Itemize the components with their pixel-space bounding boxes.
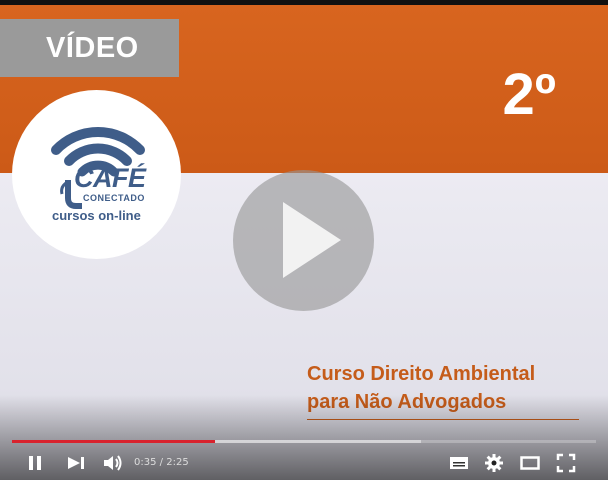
pause-button[interactable]: [22, 446, 48, 480]
pause-icon: [29, 456, 41, 470]
video-player[interactable]: VÍDEO 2º CAFÉ CONECTADO cursos on-line C…: [0, 0, 608, 480]
current-time: 0:35: [134, 457, 157, 468]
next-icon: [68, 457, 84, 469]
volume-icon: [104, 455, 122, 471]
subtitles-icon: [450, 457, 468, 469]
fullscreen-icon: [556, 453, 576, 473]
lesson-number: 2º: [502, 62, 556, 127]
progress-bar[interactable]: [12, 440, 596, 443]
settings-button[interactable]: [481, 446, 507, 480]
theater-icon: [520, 456, 540, 470]
cafe-conectado-logo: CAFÉ CONECTADO cursos on-line: [12, 90, 181, 259]
gear-icon: [485, 454, 503, 472]
video-label: VÍDEO: [0, 19, 179, 77]
player-controls: 0:35 / 2:25: [0, 446, 608, 480]
logo-sub-text: CONECTADO: [83, 193, 145, 203]
fullscreen-button[interactable]: [553, 446, 579, 480]
logo-brand-text: CAFÉ: [74, 163, 146, 193]
theater-mode-button[interactable]: [517, 446, 543, 480]
course-title-line-1: Curso Direito Ambiental: [307, 363, 536, 385]
duration: 2:25: [166, 457, 189, 468]
play-overlay-button[interactable]: [233, 170, 374, 311]
volume-button[interactable]: [100, 446, 126, 480]
progress-played: [12, 440, 215, 443]
time-separator: /: [159, 457, 164, 468]
time-display: 0:35 / 2:25: [134, 446, 189, 480]
logo-tagline: cursos on-line: [52, 208, 141, 223]
next-button[interactable]: [62, 446, 90, 480]
subtitles-button[interactable]: [446, 446, 472, 480]
play-icon: [283, 202, 341, 278]
